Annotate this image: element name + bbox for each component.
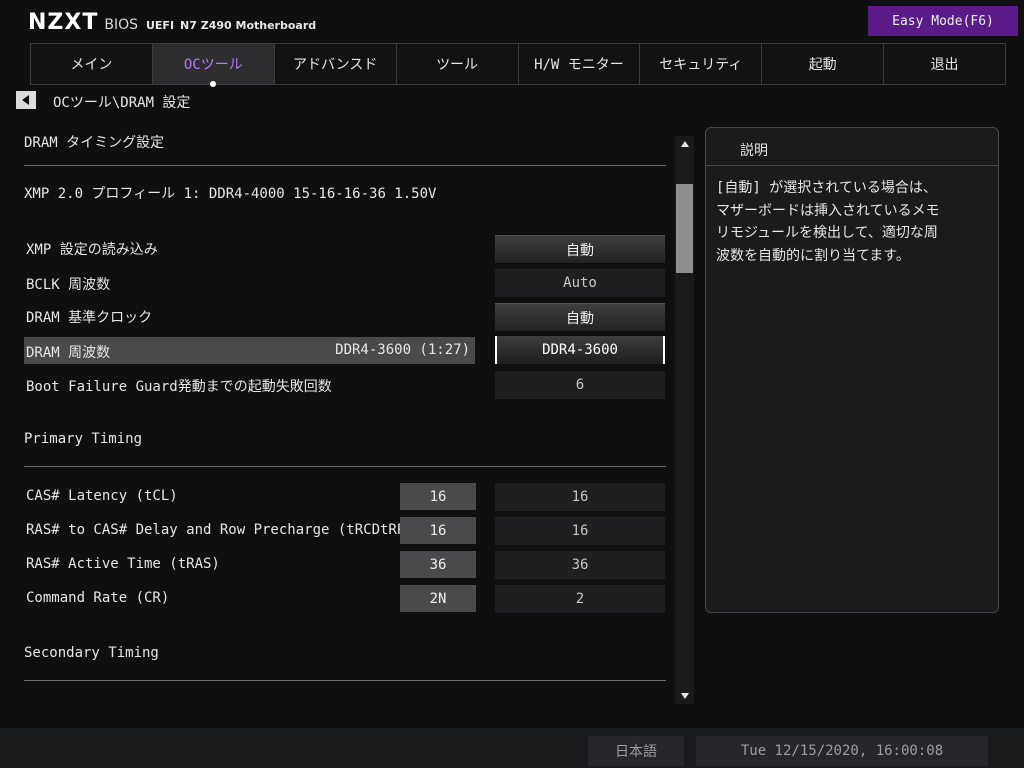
- tab-exit[interactable]: 退出: [883, 44, 1006, 84]
- dram-freq-current: DDR4-3600 (1:27): [335, 342, 470, 358]
- boot-failure-guard-label: Boot Failure Guard発動までの起動失敗回数: [26, 379, 332, 395]
- trcdtrp-label: RAS# to CAS# Delay and Row Precharge (tR…: [26, 522, 414, 538]
- command-rate-input[interactable]: 2: [495, 585, 665, 613]
- tab-main[interactable]: メイン: [30, 44, 152, 84]
- tras-current: 36: [400, 551, 476, 578]
- tras-label: RAS# Active Time (tRAS): [26, 556, 220, 572]
- divider: [24, 680, 666, 681]
- divider: [24, 165, 666, 166]
- bclk-freq-input[interactable]: Auto: [495, 269, 665, 297]
- tab-hw-monitor[interactable]: H/W モニター: [517, 44, 640, 84]
- dram-ref-clock-select[interactable]: 自動: [495, 303, 665, 331]
- xmp-load-select[interactable]: 自動: [495, 235, 665, 263]
- section-secondary-timing: Secondary Timing: [24, 645, 159, 661]
- breadcrumb: OCツール\DRAM 設定: [53, 95, 191, 111]
- tcl-current: 16: [400, 483, 476, 510]
- board-name: N7 Z490 Motherboard: [180, 19, 317, 32]
- command-rate-current: 2N: [400, 585, 476, 612]
- section-dram-timing: DRAM タイミング設定: [24, 135, 165, 151]
- back-arrow-icon[interactable]: [16, 91, 36, 109]
- dram-freq-label: DRAM 周波数: [26, 345, 111, 361]
- boot-failure-guard-input[interactable]: 6: [495, 371, 665, 399]
- scroll-down-button[interactable]: [675, 688, 694, 704]
- divider: [24, 466, 666, 467]
- tab-boot[interactable]: 起動: [761, 44, 884, 84]
- command-rate-label: Command Rate (CR): [26, 590, 170, 606]
- dram-freq-select[interactable]: DDR4-3600: [495, 336, 665, 364]
- tab-tools[interactable]: ツール: [395, 44, 518, 84]
- xmp-load-label: XMP 設定の読み込み: [26, 242, 158, 258]
- trcdtrp-input[interactable]: 16: [495, 517, 665, 545]
- language-select[interactable]: 日本語: [588, 736, 684, 766]
- trcdtrp-current: 16: [400, 517, 476, 544]
- scroll-up-button[interactable]: [675, 136, 694, 152]
- dram-ref-clock-label: DRAM 基準クロック: [26, 310, 153, 326]
- section-primary-timing: Primary Timing: [24, 431, 143, 447]
- tcl-input[interactable]: 16: [495, 483, 665, 511]
- uefi-label: UEFI: [145, 19, 175, 32]
- tras-input[interactable]: 36: [495, 551, 665, 579]
- bclk-freq-label: BCLK 周波数: [26, 277, 111, 293]
- main-tab-bar: メイン OCツール アドバンスド ツール H/W モニター セキュリティ 起動 …: [30, 43, 1006, 87]
- scrollbar-thumb[interactable]: [676, 184, 693, 273]
- bios-label: BIOS: [104, 17, 138, 33]
- brand-logo: NZXT BIOS UEFI N7 Z490 Motherboard: [28, 10, 316, 40]
- xmp-profile-info: XMP 2.0 プロフィール 1: DDR4-4000 15-16-16-36 …: [24, 186, 437, 202]
- tcl-label: CAS# Latency (tCL): [26, 488, 178, 504]
- tab-advanced[interactable]: アドバンスド: [273, 44, 396, 84]
- tab-security[interactable]: セキュリティ: [639, 44, 762, 84]
- arrow-up-icon: [680, 141, 689, 147]
- arrow-down-icon: [680, 693, 689, 699]
- nzxt-logo: NZXT: [28, 10, 99, 35]
- datetime-display[interactable]: Tue 12/15/2020, 16:00:08: [696, 736, 988, 766]
- divider: [706, 165, 998, 166]
- tab-oc-tools[interactable]: OCツール: [151, 44, 274, 87]
- easy-mode-button[interactable]: Easy Mode(F6): [868, 6, 1018, 36]
- help-title: 説明: [740, 143, 768, 159]
- help-description: [自動] が選択されている場合は、 マザーボードは挿入されているメモ リモジュー…: [716, 180, 940, 264]
